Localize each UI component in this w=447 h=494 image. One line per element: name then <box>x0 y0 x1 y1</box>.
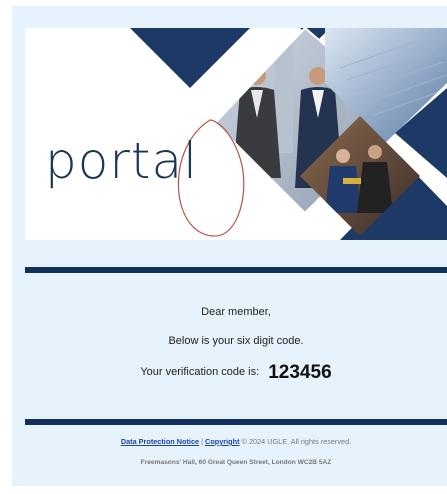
bottom-divider <box>25 419 447 425</box>
footer-links: Data Protection Notice | Copyright © 202… <box>25 437 447 446</box>
copyright-link[interactable]: Copyright <box>205 437 239 446</box>
footer-separator: | <box>201 437 204 446</box>
top-divider <box>25 267 447 273</box>
portal-logo-text: portal <box>45 132 199 190</box>
verification-code: 123456 <box>268 362 332 383</box>
code-label: Your verification code is: <box>140 366 260 378</box>
greeting-text: Dear member, <box>201 306 271 318</box>
verification-code-line: Your verification code is: 123456 <box>25 362 447 384</box>
navy-diamond-top <box>130 28 250 88</box>
copyright-text: © 2024 UGLE. All rights reserved. <box>241 437 352 446</box>
data-protection-link[interactable]: Data Protection Notice <box>121 437 199 446</box>
email-body: portal Dear member, Below is your six di… <box>12 6 447 486</box>
portal-banner: portal <box>25 28 447 240</box>
footer-address: Freemasons' Hall, 60 Great Queen Street,… <box>140 459 332 466</box>
intro-text: Below is your six digit code. <box>168 335 304 347</box>
